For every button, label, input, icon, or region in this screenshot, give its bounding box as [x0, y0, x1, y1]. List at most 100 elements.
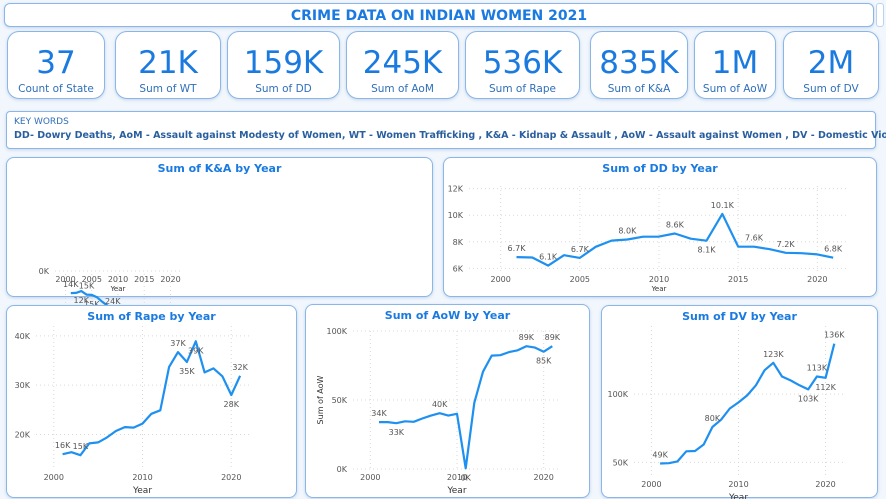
keywords-title: KEY WORDS — [14, 117, 69, 127]
chart-card-dv-by-year[interactable]: Sum of DV by Year 50K 100K 2000 2010 2020 Yea… — [601, 305, 878, 499]
data-label: 7.2K — [777, 240, 796, 249]
kpi-card-sum-of-ka[interactable]: 835K Sum of K&A — [590, 31, 688, 99]
ka-line-chart: 0K50K20002005201020152020Year14K12K15K15… — [34, 267, 184, 407]
y-tick-label: 6K — [453, 264, 464, 273]
y-tick-label: 0K — [39, 267, 50, 276]
x-tick-label: 2005 — [570, 275, 590, 284]
kpi-label: Sum of DV — [803, 83, 859, 95]
data-label: 16K — [55, 441, 71, 450]
dashboard-title: CRIME DATA ON INDIAN WOMEN 2021 — [290, 8, 588, 24]
data-label: 89K — [519, 333, 535, 342]
data-label: 15K — [79, 282, 95, 291]
y-tick-label: 20K — [15, 430, 31, 439]
x-tick-label: 2020 — [533, 473, 553, 482]
data-label: 89K — [545, 333, 561, 342]
data-label: 6.8K — [824, 245, 843, 254]
kpi-label: Sum of AoM — [371, 83, 434, 95]
dashboard-title-bar: CRIME DATA ON INDIAN WOMEN 2021 — [4, 3, 874, 27]
y-axis-title: Sum of AoW — [316, 375, 325, 424]
kpi-card-count-of-state[interactable]: 37 Count of State — [7, 31, 105, 99]
kpi-value: 835K — [599, 45, 679, 81]
kpi-card-sum-of-rape[interactable]: 536K Sum of Rape — [465, 31, 580, 99]
data-label: 80K — [705, 414, 721, 423]
x-tick-label: 2000 — [360, 473, 380, 482]
series-line[interactable] — [62, 340, 242, 457]
kpi-value: 536K — [482, 45, 563, 81]
data-label: 8.0K — [618, 227, 637, 236]
x-tick-label: 2020 — [807, 275, 827, 284]
kpi-value: 21K — [138, 45, 198, 81]
chart-card-ka-by-year[interactable]: Sum of K&A by Year 0K50K2000200520102015… — [6, 157, 433, 407]
x-tick-label: 2000 — [44, 473, 64, 482]
kpi-value: 159K — [243, 45, 324, 81]
dv-line-chart: 50K 100K 2000 2010 2020 Year 49K 80K 123K 103K 113… — [607, 326, 845, 499]
kpi-card-sum-of-dd[interactable]: 159K Sum of DD — [227, 31, 340, 99]
data-label: 136K — [824, 331, 845, 340]
kpi-card-sum-of-aom[interactable]: 245K Sum of AoM — [346, 31, 459, 99]
x-axis-title: Year — [132, 486, 152, 496]
series-line[interactable] — [379, 345, 553, 470]
x-tick-label: 2010 — [108, 275, 128, 284]
y-tick-label: 50K — [613, 458, 629, 467]
data-label: 40K — [432, 400, 448, 409]
x-axis-title: Year — [110, 285, 126, 293]
data-label: 33K — [389, 428, 405, 437]
data-label: 123K — [763, 350, 784, 359]
kpi-value: 1M — [711, 45, 759, 81]
data-label: 8.1K — [698, 246, 717, 255]
x-axis-title: Year — [651, 285, 667, 293]
chart-card-rape-by-year[interactable]: Sum of Rape by Year 20K 30K 40K 2000 2010 202… — [6, 305, 297, 498]
data-label: 28K — [224, 400, 240, 409]
x-tick-label: 2010 — [649, 275, 669, 284]
kpi-label: Count of State — [18, 83, 94, 95]
data-label: 6.7K — [571, 245, 590, 254]
data-label: 113K — [807, 363, 828, 372]
dd-line-chart: 6K 8K 10K 12K 2000 2005 2010 2015 2020 Year 6.7K 6.… — [448, 185, 849, 293]
x-tick-label: 2000 — [490, 275, 510, 284]
data-label: 6.1K — [539, 253, 558, 262]
data-label: 15K — [73, 442, 89, 451]
x-tick-label: 2020 — [815, 480, 835, 489]
kpi-label: Sum of K&A — [607, 83, 671, 95]
kpi-value: 37 — [36, 45, 76, 81]
data-label: 103K — [798, 394, 819, 403]
kpi-card-sum-of-aow[interactable]: 1M Sum of AoW — [694, 31, 776, 99]
rape-line-chart: 20K 30K 40K 2000 2010 2020 Year 16K 15K 37K 35K 39K… — [15, 326, 249, 496]
x-tick-label: 2020 — [160, 275, 180, 284]
aow-line-chart: 0K50K100K2000 2010 2020YearSum of AoW 34K33… — [316, 327, 561, 496]
y-tick-label: 12K — [448, 185, 464, 194]
x-tick-label: 2015 — [134, 275, 154, 284]
kpi-value: 245K — [362, 45, 443, 81]
series-line[interactable] — [660, 343, 836, 465]
kpi-card-sum-of-dv[interactable]: 2M Sum of DV — [783, 31, 879, 99]
chart-card-aow-by-year[interactable]: Sum of AoW by Year 0K 50K 100K 2000 2010 2020… — [305, 304, 590, 498]
kpi-label: Sum of WT — [139, 83, 197, 95]
kpi-value: 2M — [807, 45, 855, 81]
y-tick-label: 0K — [337, 465, 348, 474]
data-label: 8.6K — [666, 221, 685, 230]
kpi-card-sum-of-wt[interactable]: 21K Sum of WT — [115, 31, 221, 99]
data-label: 35K — [179, 367, 195, 376]
keywords-panel: KEY WORDS DD- Dowry Deaths, AoM - Assaul… — [6, 111, 886, 149]
kpi-label: Sum of Rape — [489, 83, 556, 95]
y-tick-label: 10K — [448, 211, 464, 220]
keywords-text: DD- Dowry Deaths, AoM - Assault against … — [14, 130, 886, 141]
x-tick-label: 2000 — [641, 480, 661, 489]
data-label: 0K — [460, 473, 471, 482]
data-label: 10.1K — [711, 201, 735, 210]
data-label: 6.7K — [508, 244, 527, 253]
x-tick-label: 2010 — [728, 480, 748, 489]
y-tick-label: 30K — [15, 381, 31, 390]
kpi-label: Sum of AoW — [702, 83, 768, 95]
y-tick-label: 50K — [332, 396, 348, 405]
y-tick-label: 40K — [15, 332, 31, 341]
y-tick-label: 100K — [326, 327, 347, 336]
data-label: 37K — [170, 339, 186, 348]
scrollbar[interactable] — [876, 3, 884, 27]
chart-card-dd-by-year[interactable]: Sum of DD by Year 6K 8K 10K 12K 2000 2005 2010… — [443, 157, 877, 297]
data-label: 34K — [371, 409, 387, 418]
x-axis-title: Year — [446, 486, 466, 496]
y-tick-label: 100K — [607, 390, 628, 399]
data-label: 112K — [815, 383, 836, 392]
data-label: 14K — [63, 280, 79, 289]
